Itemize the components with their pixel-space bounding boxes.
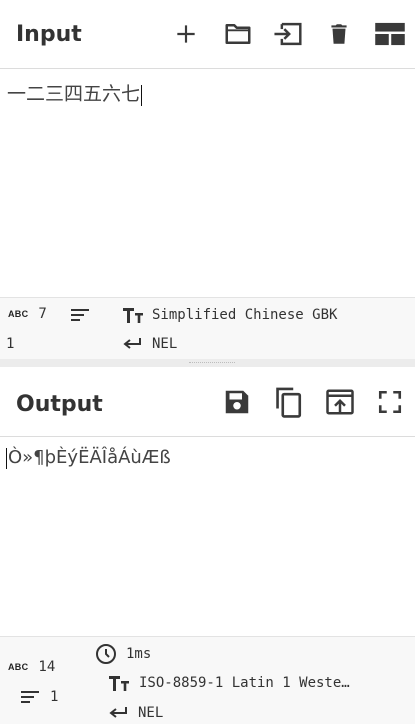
output-time-stat: 1ms: [95, 643, 151, 665]
output-text[interactable]: Ò»¶þÈýËÄÎåÁùÆß: [8, 447, 171, 468]
replace-input-icon[interactable]: [324, 386, 356, 418]
text-cursor: [141, 84, 143, 106]
return-icon: [123, 338, 141, 349]
output-length-value: 14: [38, 659, 56, 675]
output-lines-value: 1: [50, 689, 59, 705]
output-header: Output: [0, 368, 415, 437]
lines-icon: [70, 308, 90, 322]
text-format-icon: [123, 308, 143, 323]
text-cursor: [6, 447, 7, 469]
input-lines-value: 1: [6, 336, 15, 352]
output-time-value: 1ms: [126, 646, 152, 662]
open-folder-icon[interactable]: [222, 18, 254, 50]
input-eol-value[interactable]: NEL: [152, 336, 177, 352]
input-encoding-value[interactable]: Simplified Chinese GBK: [152, 307, 337, 323]
layout-icon[interactable]: [374, 18, 406, 50]
input-status-bar: ABC 7 Simplified Chinese GBK 1 NEL: [0, 297, 415, 360]
abc-icon: ABC: [8, 662, 29, 672]
input-lines-stat: 1: [6, 336, 14, 352]
resize-grip: [189, 362, 235, 365]
output-encoding-stat[interactable]: ISO-8859-1 Latin 1 Weste…: [108, 674, 350, 692]
clock-icon: [96, 644, 116, 664]
import-icon[interactable]: [272, 18, 304, 50]
text-format-icon: [109, 676, 129, 691]
add-icon[interactable]: [170, 18, 202, 50]
output-lines-stat: 1: [20, 689, 58, 705]
input-text-area[interactable]: 一二三四五六七: [0, 69, 415, 297]
save-icon[interactable]: [221, 386, 253, 418]
input-header: Input: [0, 0, 415, 69]
output-length-stat: ABC 14: [8, 659, 55, 675]
input-eol-stat[interactable]: NEL: [122, 336, 177, 352]
output-eol-value[interactable]: NEL: [138, 705, 163, 721]
panel-resize-handle[interactable]: [0, 359, 415, 367]
output-title: Output: [16, 392, 103, 417]
input-encoding-stat[interactable]: Simplified Chinese GBK: [122, 306, 337, 324]
output-text-area[interactable]: Ò»¶þÈýËÄÎåÁùÆß: [0, 437, 415, 635]
output-status-bar: 1ms ABC 14 ISO-8859-1 Latin 1 Weste… 1 N…: [0, 636, 415, 724]
delete-icon[interactable]: [323, 18, 355, 50]
fullscreen-icon[interactable]: [374, 386, 406, 418]
input-title: Input: [16, 22, 82, 47]
output-eol-stat[interactable]: NEL: [108, 705, 163, 721]
input-length-value: 7: [38, 306, 47, 322]
input-length-stat: ABC 7: [8, 306, 47, 322]
return-icon: [109, 707, 127, 718]
abc-icon: ABC: [8, 309, 29, 319]
lines-icon: [21, 691, 39, 703]
output-encoding-value[interactable]: ISO-8859-1 Latin 1 Weste…: [139, 675, 350, 691]
copy-icon[interactable]: [272, 386, 304, 418]
input-text[interactable]: 一二三四五六七: [7, 83, 140, 105]
